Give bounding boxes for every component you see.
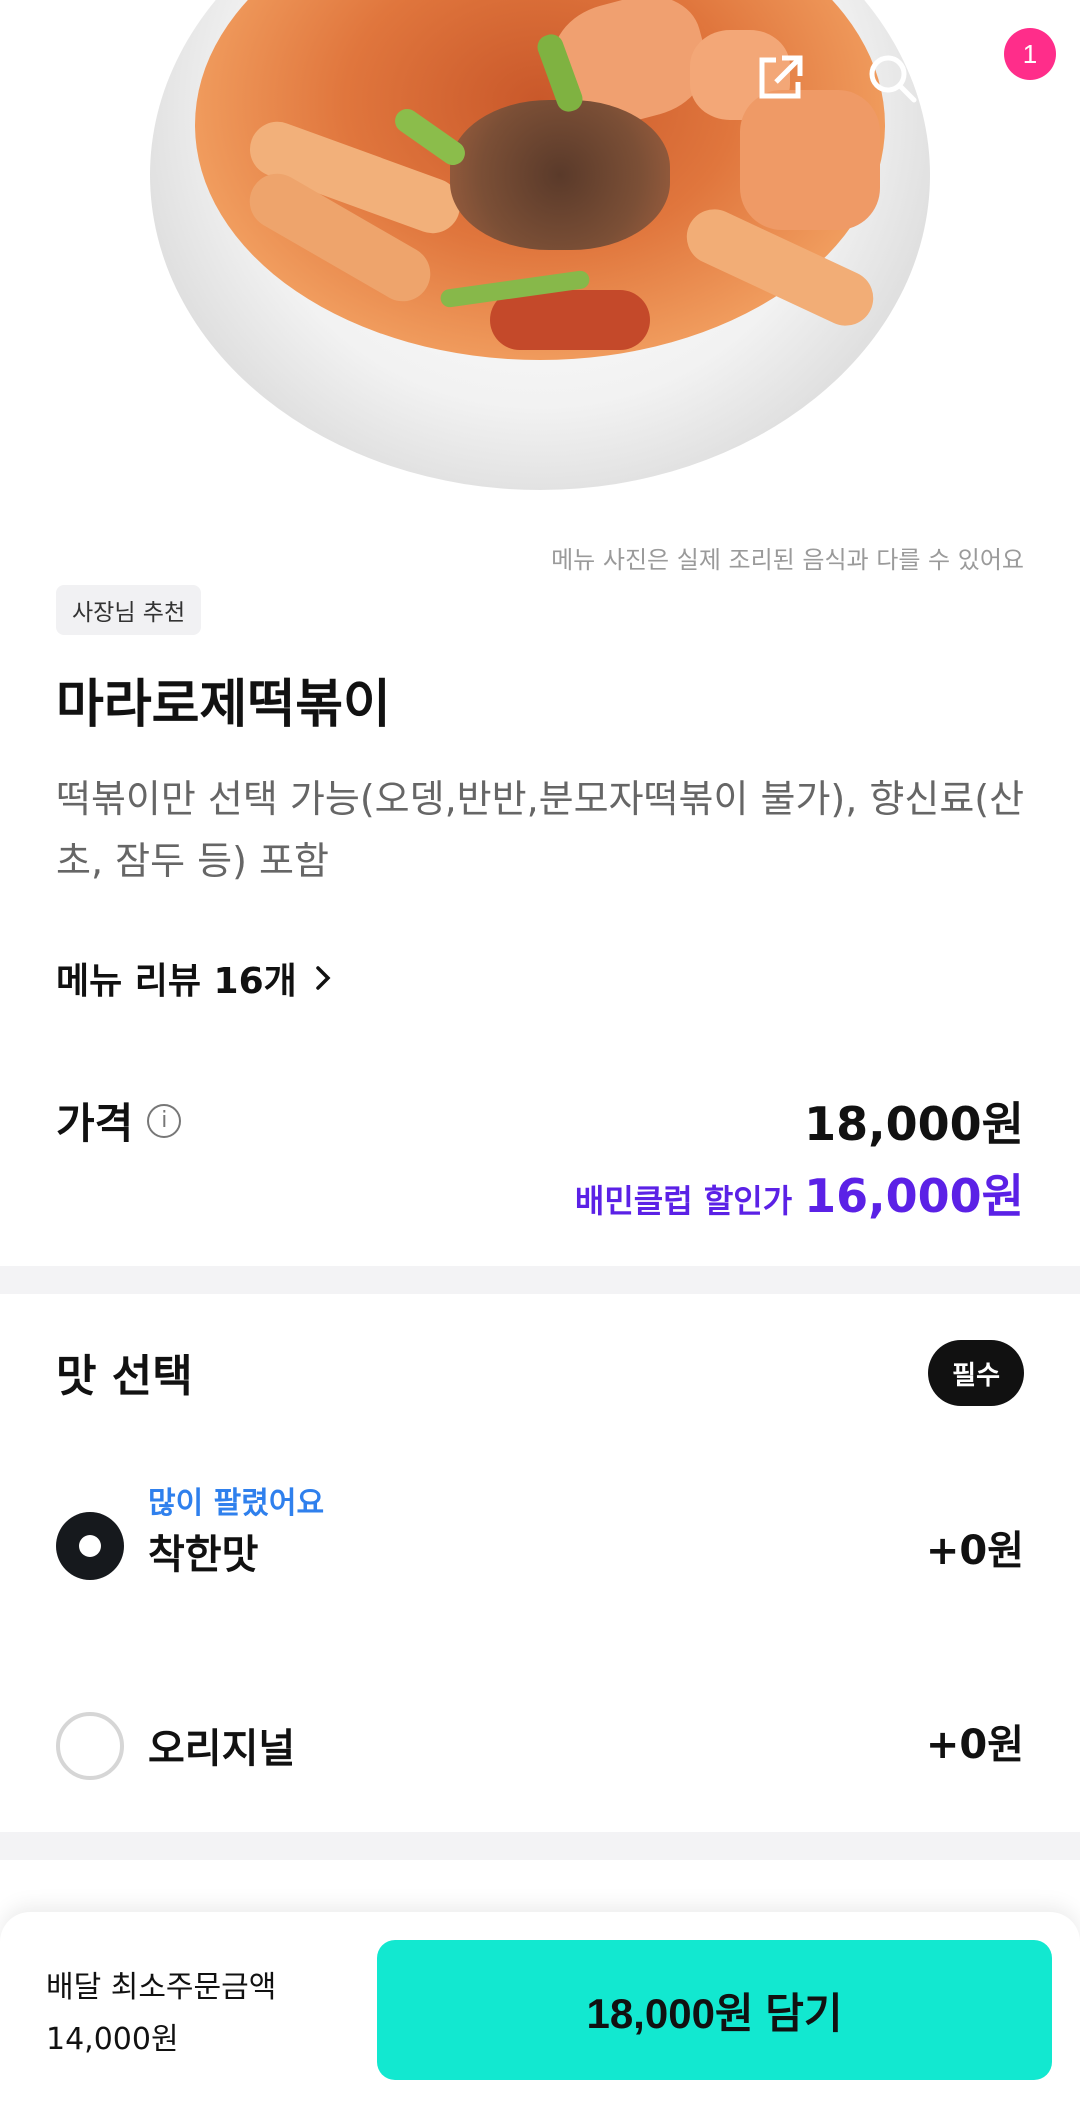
back-arrow-icon[interactable] xyxy=(44,48,104,108)
club-price-label: 배민클럽 할인가 xyxy=(574,1182,793,1220)
section-divider xyxy=(0,1266,1080,1294)
menu-description: 떡볶이만 선택 가능(오뎅,반반,분모자떡볶이 불가), 향신료(산초, 잠두 … xyxy=(56,777,1025,883)
radio-unselected[interactable] xyxy=(56,1712,124,1780)
club-price-row: 배민클럽 할인가 16,000원 xyxy=(575,1160,1024,1226)
required-badge: 필수 xyxy=(928,1340,1024,1406)
section-divider xyxy=(0,1832,1080,1860)
option-label: 착한맛 xyxy=(148,1532,259,1578)
min-order-value: 14,000원 xyxy=(46,2022,179,2057)
photo-disclaimer: 메뉴 사진은 실제 조리된 음식과 다를 수 있어요 xyxy=(551,546,1024,574)
cart-count-badge: 1 xyxy=(1004,28,1056,80)
option-price: +0원 xyxy=(925,1722,1024,1768)
price-label-row: 가격 i xyxy=(56,1090,182,1151)
search-icon[interactable] xyxy=(862,48,922,108)
menu-review-link[interactable]: 메뉴 리뷰 16개 xyxy=(56,952,333,1004)
radio-selected[interactable] xyxy=(56,1512,124,1580)
option-mild[interactable]: 많이 팔렸어요 착한맛 +0원 xyxy=(56,1486,1024,1602)
chevron-right-icon xyxy=(316,966,331,990)
option-price: +0원 xyxy=(925,1528,1024,1574)
top-nav: 1 xyxy=(0,0,1080,150)
info-icon[interactable]: i xyxy=(147,1103,182,1138)
add-to-cart-button[interactable]: 18,000원 담기 xyxy=(377,1940,1052,2080)
price-label: 가격 xyxy=(56,1099,134,1148)
club-price-value: 16,000원 xyxy=(804,1169,1024,1223)
option-original[interactable]: 오리지널 +0원 xyxy=(56,1712,1024,1802)
min-order-label: 배달 최소주문금액 xyxy=(46,1970,277,2005)
sausage-graphic xyxy=(490,290,650,350)
review-link-label: 메뉴 리뷰 16개 xyxy=(56,961,297,1002)
option-label: 오리지널 xyxy=(148,1726,296,1772)
popular-badge: 많이 팔렸어요 xyxy=(148,1486,325,1521)
price-value: 18,000원 xyxy=(804,1097,1024,1151)
owner-recommend-tag: 사장님 추천 xyxy=(56,585,202,635)
menu-title: 마라로제떡볶이 xyxy=(56,675,391,735)
flavor-section-title: 맛 선택 xyxy=(56,1351,193,1402)
share-icon[interactable] xyxy=(750,48,810,108)
bottom-order-bar: 배달 최소주문금액 14,000원 18,000원 담기 xyxy=(0,1912,1080,2109)
